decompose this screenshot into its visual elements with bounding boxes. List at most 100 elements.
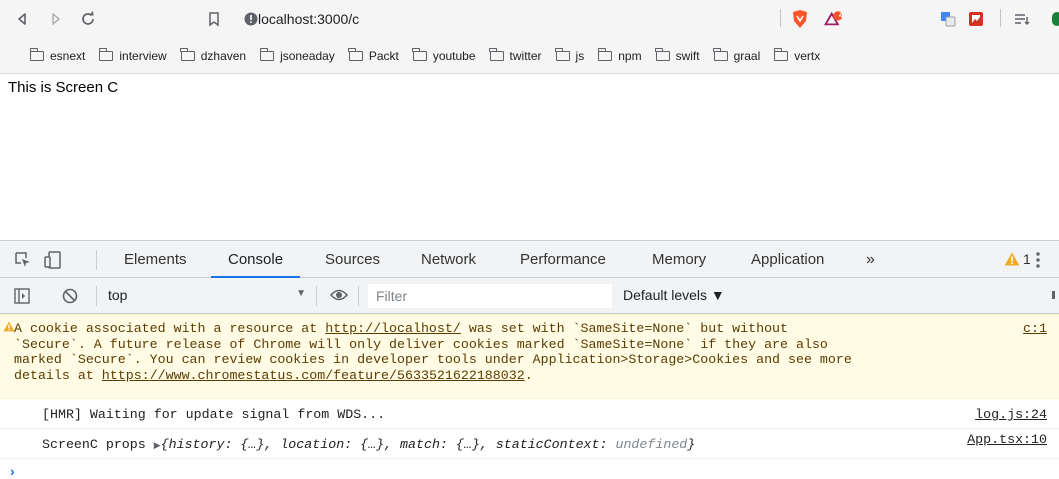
expand-triangle-icon[interactable]: ▶ bbox=[154, 441, 161, 451]
bookmark-label: swift bbox=[675, 48, 700, 63]
bookmarks-bar: esnext interview dzhaven jsoneaday Packt yout… bbox=[0, 38, 1059, 74]
undefined-value: undefined bbox=[615, 437, 688, 452]
bookmark-folder-interview[interactable]: interview bbox=[98, 47, 167, 63]
bookmark-folder-twitter[interactable]: twitter bbox=[489, 47, 542, 63]
folder-icon bbox=[180, 47, 195, 61]
forward-icon bbox=[52, 13, 60, 25]
object-preview[interactable]: {history: {…}, location: {…}, match: {…}… bbox=[161, 437, 616, 452]
bookmark-label: esnext bbox=[50, 48, 86, 63]
divider bbox=[96, 286, 97, 306]
devtools-tab-bar: Elements Console Sources Network Perform… bbox=[0, 240, 1059, 278]
warning-text-part: details at bbox=[14, 367, 102, 383]
bookmark-folder-esnext[interactable]: esnext bbox=[29, 47, 86, 63]
settings-gear-icon[interactable] bbox=[1052, 288, 1056, 302]
back-button[interactable] bbox=[12, 9, 32, 29]
warning-link-localhost[interactable]: http://localhost/ bbox=[325, 321, 461, 336]
reading-list-button[interactable] bbox=[1012, 9, 1032, 29]
console-log-message: ScreenC props ▶{history: {…}, location: … bbox=[0, 429, 1059, 459]
bookmark-folder-packt[interactable]: Packt bbox=[348, 47, 399, 63]
bookmark-folder-vertx[interactable]: vertx bbox=[773, 47, 820, 63]
bookmark-label: interview bbox=[119, 48, 167, 63]
folder-icon bbox=[348, 47, 363, 61]
bookmark-folder-npm[interactable]: npm bbox=[597, 47, 642, 63]
filter-placeholder: Filter bbox=[376, 288, 408, 304]
log-source-link[interactable]: App.tsx:10 bbox=[967, 432, 1047, 447]
log-text: [HMR] Waiting for update signal from WDS… bbox=[42, 407, 386, 422]
tab-application[interactable]: Application bbox=[751, 241, 824, 278]
warning-link-chromestatus[interactable]: https://www.chromestatus.com/feature/563… bbox=[102, 368, 525, 383]
bookmark-page-button[interactable] bbox=[204, 9, 224, 29]
inspect-icon bbox=[15, 252, 30, 267]
bookmark-label: js bbox=[575, 48, 585, 63]
eye-icon bbox=[329, 289, 349, 301]
console-warning-message: A cookie associated with a resource at h… bbox=[0, 314, 1059, 399]
address-bar[interactable]: localhost:3000/c bbox=[236, 6, 1056, 32]
warning-icon bbox=[1004, 252, 1020, 266]
folder-icon bbox=[412, 47, 427, 61]
folder-icon bbox=[773, 47, 789, 61]
reload-icon bbox=[82, 11, 94, 25]
warning-text-part: . bbox=[524, 367, 533, 383]
rewards-badge-count: 4 bbox=[839, 10, 845, 20]
tab-memory[interactable]: Memory bbox=[652, 241, 706, 278]
bookmark-folder-youtube[interactable]: youtube bbox=[412, 47, 476, 63]
console-toolbar: top ▼ Filter Default levels ▼ bbox=[0, 278, 1059, 314]
context-value: top bbox=[108, 287, 128, 303]
bookmark-label: Packt bbox=[368, 48, 399, 63]
brave-lion-icon bbox=[793, 10, 807, 28]
console-log-message: [HMR] Waiting for update signal from WDS… bbox=[0, 399, 1059, 429]
url-text: localhost:3000/c bbox=[258, 11, 360, 27]
bookmark-folder-jsoneaday[interactable]: jsoneaday bbox=[259, 47, 335, 63]
page-viewport: This is Screen C bbox=[0, 74, 1059, 240]
warning-text-line: `Secure`. A future release of Chrome wil… bbox=[14, 336, 828, 352]
log-label: ScreenC props bbox=[42, 437, 154, 452]
bookmark-folder-dzhaven[interactable]: dzhaven bbox=[180, 47, 246, 63]
log-source-link[interactable]: log.js:24 bbox=[975, 407, 1047, 422]
browser-toolbar: localhost:3000/c 4 bbox=[0, 0, 1059, 38]
tab-performance[interactable]: Performance bbox=[520, 241, 606, 278]
extension-gallery-button[interactable] bbox=[966, 9, 986, 29]
console-sidebar-button[interactable] bbox=[14, 288, 30, 307]
warnings-counter[interactable]: 1 bbox=[1004, 251, 1031, 267]
filter-input[interactable]: Filter bbox=[368, 284, 612, 308]
profile-avatar[interactable] bbox=[1052, 12, 1059, 26]
folder-icon bbox=[597, 47, 613, 61]
log-text: ScreenC props ▶{history: {…}, location: … bbox=[42, 437, 695, 452]
reload-button[interactable] bbox=[78, 9, 98, 29]
bookmark-label: npm bbox=[618, 48, 642, 63]
live-expression-button[interactable] bbox=[329, 288, 349, 305]
more-tabs-button[interactable]: » bbox=[866, 241, 875, 278]
extension-translate-button[interactable] bbox=[938, 9, 958, 29]
tab-sources[interactable]: Sources bbox=[325, 241, 380, 278]
divider bbox=[316, 286, 317, 306]
warning-text-line: marked `Secure`. You can review cookies … bbox=[14, 352, 852, 367]
devtools-menu-button[interactable] bbox=[1036, 251, 1040, 269]
tab-network[interactable]: Network bbox=[421, 241, 476, 278]
log-levels-dropdown[interactable]: Default levels ▼ bbox=[623, 287, 725, 303]
tab-console[interactable]: Console bbox=[211, 241, 301, 278]
forward-button[interactable] bbox=[46, 9, 66, 29]
device-toolbar-button[interactable] bbox=[44, 251, 62, 269]
inspect-element-button[interactable] bbox=[14, 251, 32, 269]
bookmark-label: twitter bbox=[509, 48, 542, 63]
bookmark-icon bbox=[209, 11, 219, 26]
clear-icon bbox=[62, 288, 78, 304]
divider bbox=[96, 250, 97, 270]
clear-console-button[interactable] bbox=[62, 288, 78, 307]
folder-icon bbox=[259, 47, 275, 61]
translate-icon bbox=[941, 12, 956, 27]
tab-elements[interactable]: Elements bbox=[124, 241, 187, 278]
chevron-down-icon: ▼ bbox=[296, 288, 306, 299]
bookmark-folder-graal[interactable]: graal bbox=[713, 47, 760, 63]
bookmark-folder-swift[interactable]: swift bbox=[655, 47, 700, 63]
folder-icon bbox=[655, 47, 670, 61]
object-preview-close: } bbox=[687, 437, 696, 452]
warning-source-link[interactable]: c:1 bbox=[1023, 321, 1047, 337]
back-icon bbox=[18, 13, 26, 25]
console-prompt-input[interactable]: › bbox=[10, 463, 15, 479]
brave-shields-button[interactable] bbox=[790, 9, 810, 29]
bookmark-folder-js[interactable]: js bbox=[555, 47, 585, 63]
context-selector[interactable]: top ▼ bbox=[108, 287, 306, 307]
brave-rewards-button[interactable]: 4 bbox=[824, 9, 844, 29]
info-icon[interactable] bbox=[244, 12, 258, 26]
